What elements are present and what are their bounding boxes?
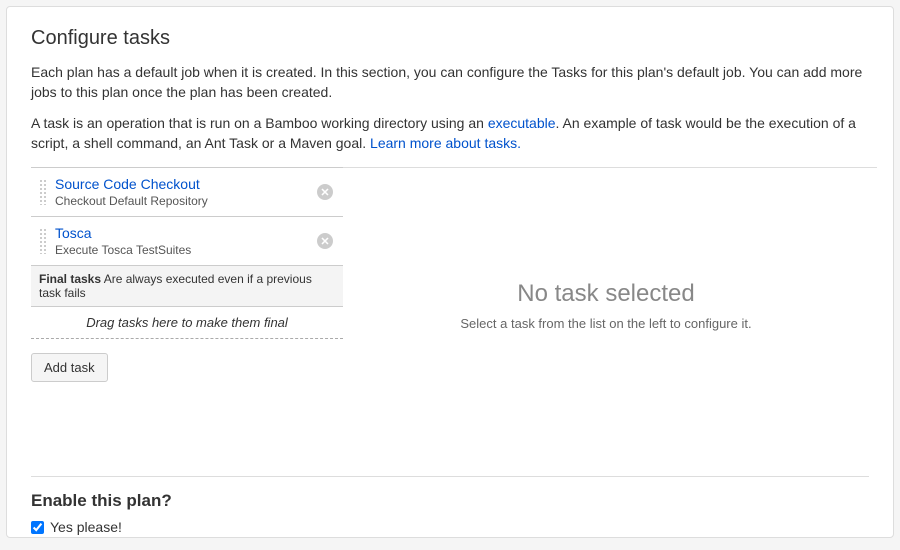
add-task-button[interactable]: Add task	[31, 353, 108, 382]
content-row: Source Code Checkout Checkout Default Re…	[31, 168, 869, 382]
task-subtitle: Checkout Default Repository	[55, 194, 317, 208]
task-item[interactable]: Tosca Execute Tosca TestSuites ✕	[31, 217, 343, 266]
enable-plan-section: Enable this plan? Yes please!	[31, 476, 869, 537]
enable-plan-title: Enable this plan?	[31, 491, 869, 511]
enable-plan-checkbox[interactable]	[31, 521, 44, 534]
task-text: Source Code Checkout Checkout Default Re…	[55, 176, 317, 208]
drag-handle-icon[interactable]	[39, 228, 47, 254]
delete-task-icon[interactable]: ✕	[317, 184, 333, 200]
configure-tasks-panel: Configure tasks Each plan has a default …	[6, 6, 894, 538]
task-item[interactable]: Source Code Checkout Checkout Default Re…	[31, 167, 343, 217]
task-list: Source Code Checkout Checkout Default Re…	[31, 168, 343, 382]
task-detail-empty: No task selected Select a task from the …	[343, 168, 869, 382]
page-title: Configure tasks	[31, 27, 869, 50]
desc-text: Each plan has a default job when it is c…	[31, 64, 862, 100]
task-subtitle: Execute Tosca TestSuites	[55, 243, 317, 257]
task-text: Tosca Execute Tosca TestSuites	[55, 225, 317, 257]
learn-more-link[interactable]: Learn more about tasks.	[370, 135, 521, 151]
final-tasks-dropzone[interactable]: Drag tasks here to make them final	[31, 307, 343, 339]
final-tasks-bar: Final tasks Are always executed even if …	[31, 266, 343, 307]
drag-handle-icon[interactable]	[39, 179, 47, 205]
task-title[interactable]: Source Code Checkout	[55, 176, 317, 192]
divider	[31, 476, 869, 477]
empty-state-title: No task selected	[517, 280, 694, 308]
executable-link[interactable]: executable	[488, 115, 556, 131]
desc-paragraph-1: Each plan has a default job when it is c…	[31, 62, 869, 103]
empty-state-desc: Select a task from the list on the left …	[460, 316, 751, 331]
task-title[interactable]: Tosca	[55, 225, 317, 241]
final-tasks-label: Final tasks	[39, 272, 101, 286]
desc-paragraph-2: A task is an operation that is run on a …	[31, 113, 869, 154]
enable-plan-checkbox-label: Yes please!	[50, 519, 122, 535]
desc-text: A task is an operation that is run on a …	[31, 115, 488, 131]
enable-plan-checkbox-row[interactable]: Yes please!	[31, 519, 869, 537]
delete-task-icon[interactable]: ✕	[317, 233, 333, 249]
